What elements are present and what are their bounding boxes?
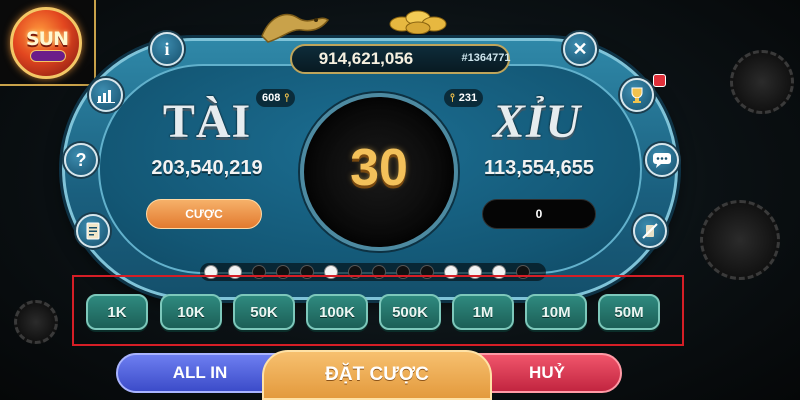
xiu-total-bet: 113,554,655: [483, 157, 595, 179]
notification-badge: [653, 74, 666, 87]
tai-player-count: 608 ⫯: [256, 89, 296, 107]
document-icon: [86, 222, 100, 240]
logo-text: SUN: [25, 28, 69, 50]
stats-button[interactable]: [89, 78, 123, 112]
xiu-player-count: ⫯ 231: [444, 89, 484, 107]
chat-button[interactable]: [645, 143, 679, 177]
bar-chart-icon: [97, 90, 115, 103]
cancel-button[interactable]: HUỶ: [472, 353, 622, 393]
help-button[interactable]: ?: [64, 143, 98, 177]
jackpot-value: 914,621,056: [318, 49, 414, 68]
chip-50k[interactable]: 50K: [233, 294, 295, 330]
trophy-icon: [631, 87, 643, 103]
info-icon: i: [164, 38, 170, 59]
all-in-button[interactable]: ALL IN: [116, 353, 284, 393]
chip-10k[interactable]: 10K: [160, 294, 222, 330]
chat-icon: [653, 153, 671, 168]
session-id: #1364771: [461, 52, 511, 64]
person-icon: ⫯: [450, 91, 455, 104]
background-poker-chip: [700, 200, 780, 280]
tai-title: TÀI: [162, 95, 252, 148]
mute-icon: [642, 223, 658, 239]
mute-button[interactable]: [633, 214, 667, 248]
xiu-title: XỈU: [492, 95, 582, 148]
info-button[interactable]: i: [150, 32, 184, 66]
chip-1m[interactable]: 1M: [452, 294, 514, 330]
chip-1k[interactable]: 1K: [86, 294, 148, 330]
bet-tai-button[interactable]: CƯỢC: [146, 199, 262, 229]
countdown-timer: 30: [350, 139, 408, 197]
logo-ribbon: [30, 50, 66, 62]
chip-50m[interactable]: 50M: [598, 294, 660, 330]
dragon-ornament: [261, 13, 330, 43]
person-icon: ⫯: [284, 91, 290, 104]
place-bet-button[interactable]: ĐẶT CƯỢC: [262, 350, 492, 400]
close-button[interactable]: ✕: [563, 32, 597, 66]
gold-coins-ornament: [389, 10, 447, 34]
tai-player-count-value: 608: [262, 92, 281, 104]
close-icon: ✕: [572, 38, 588, 59]
bet-xiu-amount[interactable]: 0: [482, 199, 596, 229]
xiu-player-count-value: 231: [458, 92, 478, 104]
leaderboard-button[interactable]: [620, 78, 654, 112]
chip-500k[interactable]: 500K: [379, 294, 441, 330]
chip-100k[interactable]: 100K: [306, 294, 368, 330]
background-poker-chip: [730, 50, 794, 114]
history-button[interactable]: [76, 214, 110, 248]
help-icon: ?: [75, 149, 87, 170]
tai-total-bet: 203,540,219: [151, 157, 263, 179]
background-poker-chip: [14, 300, 58, 344]
chip-10m[interactable]: 10M: [525, 294, 587, 330]
